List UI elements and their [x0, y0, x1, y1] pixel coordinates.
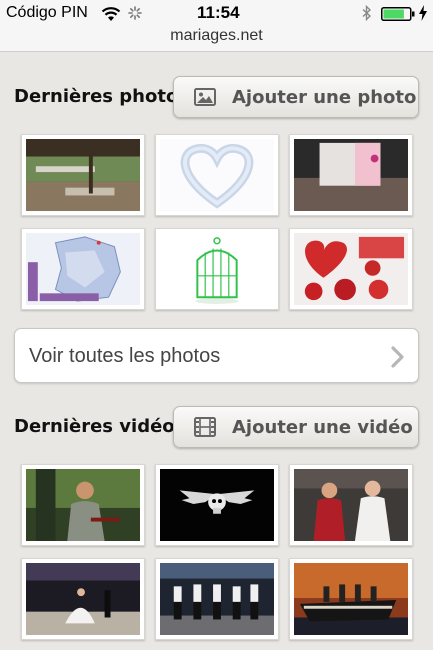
- carrier-label: Código PIN: [6, 4, 88, 21]
- video-group-dance: [160, 563, 274, 635]
- videos-section-title: Dernières vidéos: [14, 416, 186, 437]
- photo-feather-heart: [160, 139, 274, 211]
- video-titanic-ship: [294, 563, 408, 635]
- video-wedding-dance: [26, 563, 140, 635]
- see-all-photos-button[interactable]: Voir toutes les photos: [14, 328, 419, 383]
- photo-green-birdcage: [160, 233, 274, 305]
- photo-red-roses: [294, 233, 408, 305]
- video-royal-wedding: [294, 469, 408, 541]
- photo-thumbnail[interactable]: [21, 228, 145, 310]
- address-bar[interactable]: mariages.net: [0, 26, 433, 52]
- video-thumbnail[interactable]: [155, 464, 279, 546]
- clock: 11:54: [197, 3, 240, 22]
- video-thumbnail[interactable]: [289, 464, 413, 546]
- add-video-button[interactable]: Ajouter une vidéo: [173, 406, 419, 448]
- photo-thumbnail[interactable]: [21, 134, 145, 216]
- video-thumbnail[interactable]: [155, 558, 279, 640]
- photo-thumbnail[interactable]: [155, 228, 279, 310]
- video-winged-skull: [160, 469, 274, 541]
- url-text: mariages.net: [170, 27, 263, 44]
- photo-garden-reception: [26, 139, 140, 211]
- wifi-icon: [101, 7, 121, 21]
- bluetooth-icon: [362, 5, 372, 21]
- video-thumbnail[interactable]: [21, 558, 145, 640]
- see-all-photos-label: Voir toutes les photos: [29, 345, 221, 367]
- video-forest-actor: [26, 469, 140, 541]
- activity-spinner-icon: [128, 6, 142, 20]
- film-icon: [194, 417, 216, 437]
- status-bar: Código PIN 11:54: [0, 0, 433, 26]
- photo-thumbnail[interactable]: [289, 134, 413, 216]
- photo-france-map: [26, 233, 140, 305]
- battery-level-fill: [383, 9, 404, 19]
- add-photo-label: Ajouter une photo: [232, 86, 417, 108]
- photo-invitation-card: [294, 139, 408, 211]
- photo-thumbnail[interactable]: [289, 228, 413, 310]
- video-thumbnail[interactable]: [289, 558, 413, 640]
- image-icon: [194, 88, 216, 106]
- chevron-right-icon: [391, 346, 404, 368]
- battery-icon: [381, 7, 415, 21]
- charging-bolt-icon: [419, 5, 427, 21]
- add-photo-button[interactable]: Ajouter une photo: [173, 76, 419, 118]
- photo-thumbnail[interactable]: [155, 134, 279, 216]
- add-video-label: Ajouter une vidéo: [232, 416, 413, 438]
- photos-section-title: Dernières photos: [14, 86, 190, 107]
- video-thumbnail[interactable]: [21, 464, 145, 546]
